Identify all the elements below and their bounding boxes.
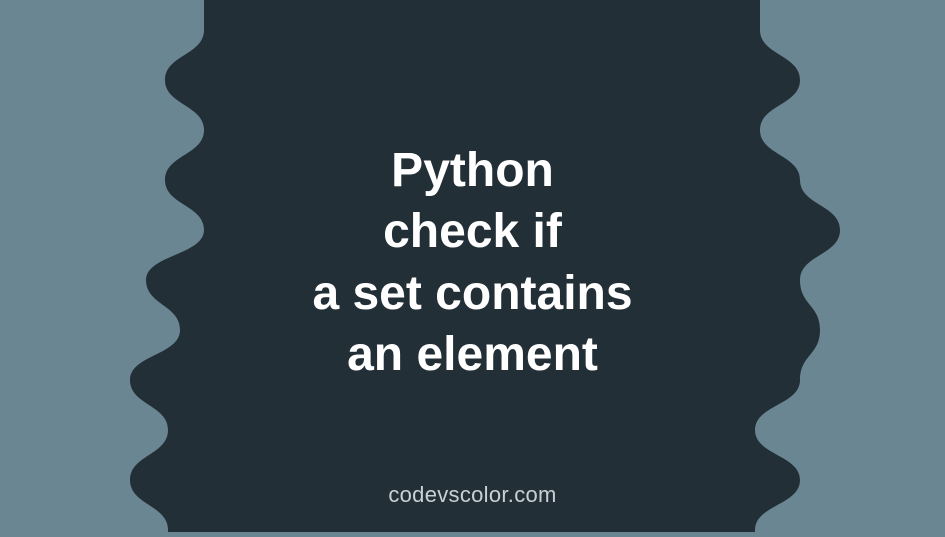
heading-line-3: a set contains	[193, 263, 753, 324]
heading-line-4: an element	[193, 324, 753, 385]
heading-line-2: check if	[193, 201, 753, 262]
heading-line-1: Python	[193, 140, 753, 201]
main-heading: Python check if a set contains an elemen…	[193, 140, 753, 386]
watermark-text: codevscolor.com	[388, 482, 556, 508]
